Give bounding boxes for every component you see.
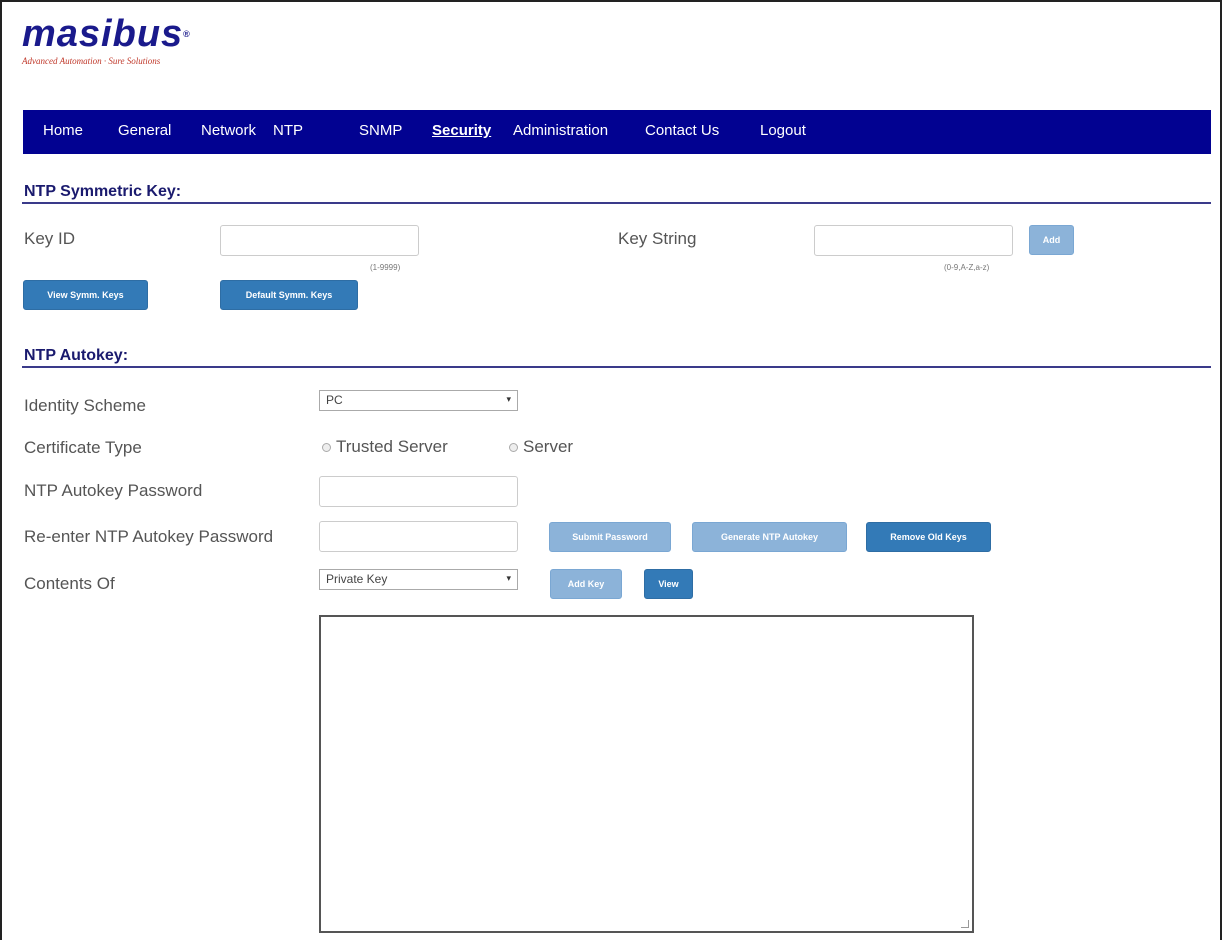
nav-network[interactable]: Network — [201, 122, 256, 139]
nav-contact-us[interactable]: Contact Us — [645, 122, 719, 139]
view-contents-button[interactable]: View — [644, 569, 693, 599]
symmetric-divider — [22, 202, 1211, 204]
chevron-down-icon: ▾ — [506, 394, 511, 404]
remove-old-keys-button[interactable]: Remove Old Keys — [866, 522, 991, 552]
certificate-type-label: Certificate Type — [24, 438, 142, 457]
contents-of-label: Contents Of — [24, 574, 115, 593]
resize-grip-icon[interactable] — [961, 920, 969, 928]
radio-circle-icon — [322, 442, 331, 452]
radio-circle-icon — [509, 442, 518, 452]
nav-snmp[interactable]: SNMP — [359, 122, 402, 139]
nav-administration[interactable]: Administration — [513, 122, 608, 139]
autokey-divider — [22, 366, 1211, 368]
add-symm-key-button[interactable]: Add — [1029, 225, 1074, 255]
masibus-logo: masibus® Advanced Automation · Sure Solu… — [22, 14, 191, 66]
key-id-label: Key ID — [24, 229, 76, 248]
logo-tagline: Advanced Automation · Sure Solutions — [22, 56, 161, 66]
symmetric-key-heading: NTP Symmetric Key: — [24, 183, 182, 200]
generate-autokey-button[interactable]: Generate NTP Autokey — [692, 522, 847, 552]
key-string-label: Key String — [618, 229, 697, 248]
contents-of-select[interactable]: Private Key ▾ — [319, 569, 518, 590]
chevron-down-icon: ▾ — [506, 573, 511, 583]
reenter-password-label: Re-enter NTP Autokey Password — [24, 527, 274, 546]
key-id-input[interactable] — [220, 225, 419, 256]
view-symm-keys-button[interactable]: View Symm. Keys — [23, 280, 148, 310]
nav-security[interactable]: Security — [432, 122, 491, 139]
submit-password-button[interactable]: Submit Password — [549, 522, 671, 552]
autokey-password-label: NTP Autokey Password — [24, 481, 203, 500]
contents-textarea[interactable] — [319, 615, 974, 933]
nav-logout[interactable]: Logout — [760, 122, 806, 139]
identity-scheme-label: Identity Scheme — [24, 396, 146, 415]
nav-home[interactable]: Home — [43, 122, 83, 139]
nav-general[interactable]: General — [118, 122, 171, 139]
nav-ntp[interactable]: NTP — [273, 122, 303, 139]
autokey-password-input[interactable] — [319, 476, 518, 507]
main-navbar: Home General Network NTP SNMP Security A… — [23, 110, 1211, 154]
server-radio[interactable]: Server — [509, 437, 573, 457]
key-id-hint: (1-9999) — [370, 263, 401, 272]
logo-wordmark: masibus® — [22, 13, 191, 55]
add-key-button[interactable]: Add Key — [550, 569, 622, 599]
key-string-hint: (0-9,A-Z,a-z) — [944, 263, 990, 272]
trusted-server-radio[interactable]: Trusted Server — [322, 437, 448, 457]
key-string-input[interactable] — [814, 225, 1013, 256]
reenter-password-input[interactable] — [319, 521, 518, 552]
default-symm-keys-button[interactable]: Default Symm. Keys — [220, 280, 358, 310]
identity-scheme-select[interactable]: PC ▾ — [319, 390, 518, 411]
autokey-heading: NTP Autokey: — [24, 347, 129, 364]
